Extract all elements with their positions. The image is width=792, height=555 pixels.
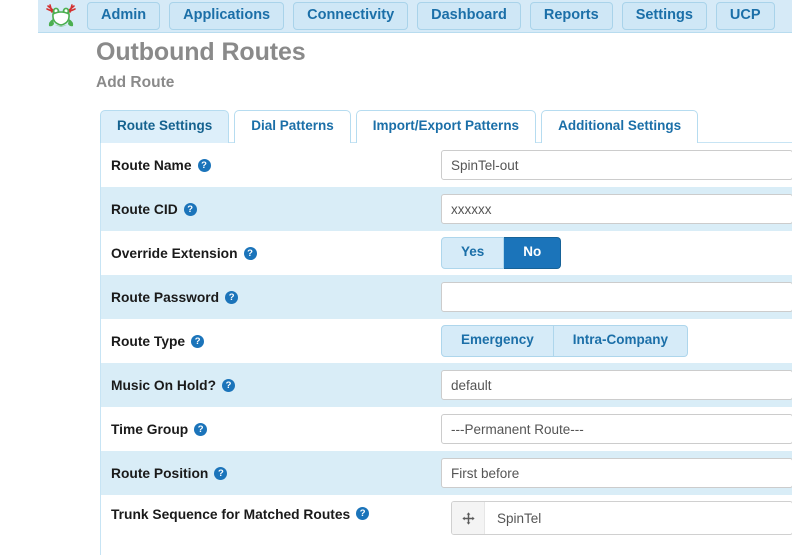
- form-row-trunk-sequence: Trunk Sequence for Matched Routes ? Spin…: [101, 495, 792, 555]
- question-mark-icon[interactable]: ?: [225, 290, 239, 304]
- trunk-sequence-item-name: SpinTel: [497, 510, 542, 526]
- music-on-hold-label-text: Music On Hold?: [111, 377, 217, 393]
- control-route-position: [441, 458, 792, 488]
- form-row-music-on-hold: Music On Hold? ?: [101, 363, 792, 407]
- question-mark-icon[interactable]: ?: [243, 246, 257, 260]
- override-extension-toggle-group: Yes No: [441, 237, 562, 269]
- nav-ucp[interactable]: UCP: [715, 2, 775, 30]
- route-position-select[interactable]: [441, 458, 792, 488]
- nav-dashboard[interactable]: Dashboard: [417, 2, 521, 30]
- question-mark-icon[interactable]: ?: [222, 378, 236, 392]
- form-row-route-position: Route Position ?: [101, 451, 792, 495]
- override-extension-label-text: Override Extension: [111, 245, 238, 261]
- tab-additional-settings[interactable]: Additional Settings: [541, 110, 699, 143]
- nav-reports[interactable]: Reports: [529, 2, 613, 30]
- page-subtitle: Add Route: [96, 74, 175, 91]
- route-password-label-text: Route Password: [111, 289, 220, 305]
- time-group-label-text: Time Group: [111, 421, 189, 437]
- freepbx-frog-logo[interactable]: [44, 3, 78, 30]
- time-group-select[interactable]: [441, 414, 792, 444]
- label-route-position: Route Position ?: [101, 466, 441, 481]
- question-mark-icon[interactable]: ?: [191, 334, 205, 348]
- form-row-route-type: Route Type ? Emergency Intra-Company: [101, 319, 792, 363]
- override-extension-no-button[interactable]: No: [504, 237, 562, 269]
- route-type-intra-company-button[interactable]: Intra-Company: [553, 325, 689, 357]
- form-row-time-group: Time Group ?: [101, 407, 792, 451]
- label-route-name: Route Name ?: [101, 158, 441, 173]
- question-mark-icon[interactable]: ?: [194, 422, 208, 436]
- route-type-label-text: Route Type: [111, 333, 186, 349]
- trunk-sequence-list-item[interactable]: SpinTel: [451, 501, 792, 535]
- question-mark-icon[interactable]: ?: [183, 202, 197, 216]
- route-type-toggle-group: Emergency Intra-Company: [441, 325, 689, 357]
- route-cid-label-text: Route CID: [111, 201, 178, 217]
- trunk-sequence-label-text: Trunk Sequence for Matched Routes: [111, 507, 351, 522]
- question-mark-icon[interactable]: ?: [197, 158, 211, 172]
- label-route-cid: Route CID ?: [101, 202, 441, 217]
- question-mark-icon[interactable]: ?: [356, 507, 370, 520]
- music-on-hold-select[interactable]: [441, 370, 792, 400]
- route-name-label-text: Route Name: [111, 157, 192, 173]
- control-route-password: [441, 282, 792, 312]
- label-music-on-hold: Music On Hold? ?: [101, 378, 441, 393]
- label-route-type: Route Type ?: [101, 334, 441, 349]
- control-trunk-sequence: SpinTel: [441, 495, 792, 535]
- route-cid-input[interactable]: [441, 194, 792, 224]
- control-route-type: Emergency Intra-Company: [441, 325, 792, 357]
- control-route-name: [441, 150, 792, 180]
- tab-import-export-patterns[interactable]: Import/Export Patterns: [355, 110, 537, 143]
- label-route-password: Route Password ?: [101, 290, 441, 305]
- route-name-input[interactable]: [441, 150, 792, 180]
- tab-route-settings[interactable]: Route Settings: [100, 110, 230, 143]
- page-title: Outbound Routes: [96, 38, 306, 66]
- override-extension-yes-button[interactable]: Yes: [441, 237, 505, 269]
- top-navigation-bar: Admin Applications Connectivity Dashboar…: [38, 0, 792, 33]
- label-trunk-sequence: Trunk Sequence for Matched Routes ?: [101, 495, 441, 522]
- question-mark-icon[interactable]: ?: [214, 466, 228, 480]
- control-music-on-hold: [441, 370, 792, 400]
- control-override-extension: Yes No: [441, 237, 792, 269]
- control-route-cid: [441, 194, 792, 224]
- label-time-group: Time Group ?: [101, 422, 441, 437]
- form-row-route-cid: Route CID ?: [101, 187, 792, 231]
- form-row-route-password: Route Password ?: [101, 275, 792, 319]
- label-override-extension: Override Extension ?: [101, 246, 441, 261]
- control-time-group: [441, 414, 792, 444]
- tab-bar: Route Settings Dial Patterns Import/Expo…: [100, 110, 699, 143]
- route-password-input[interactable]: [441, 282, 792, 312]
- move-arrows-icon[interactable]: [452, 502, 485, 534]
- route-position-label-text: Route Position: [111, 465, 209, 481]
- form-row-override-extension: Override Extension ? Yes No: [101, 231, 792, 275]
- nav-connectivity[interactable]: Connectivity: [293, 2, 409, 30]
- route-settings-panel: Route Name ? Route CID ? Override Extens…: [100, 142, 792, 555]
- tab-dial-patterns[interactable]: Dial Patterns: [234, 110, 351, 143]
- nav-settings[interactable]: Settings: [621, 2, 707, 30]
- route-type-emergency-button[interactable]: Emergency: [441, 325, 554, 357]
- nav-admin[interactable]: Admin: [87, 2, 161, 30]
- form-row-route-name: Route Name ?: [101, 143, 792, 187]
- nav-applications[interactable]: Applications: [169, 2, 285, 30]
